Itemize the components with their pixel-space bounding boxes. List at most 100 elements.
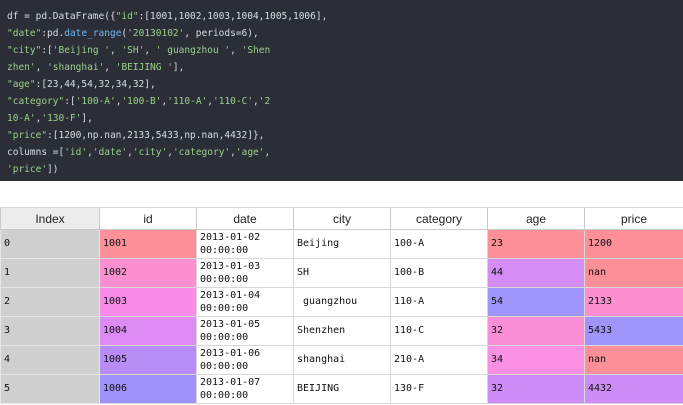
code-token: '100-A' xyxy=(75,96,116,107)
cell-age[interactable]: 32 xyxy=(487,316,585,346)
code-token: 'price' xyxy=(7,164,48,175)
cell-id[interactable]: 1004 xyxy=(99,316,197,346)
code-token: '100-B' xyxy=(121,96,162,107)
column-header-index[interactable]: Index xyxy=(0,207,100,230)
cell-city[interactable]: Beijing xyxy=(293,229,391,259)
code-token: , xyxy=(230,45,242,56)
table-row[interactable]: 4 1005 2013-01-06 00:00:00 shanghai 210-A 34 n… xyxy=(0,345,683,375)
cell-date[interactable]: 2013-01-03 00:00:00 xyxy=(196,258,294,288)
table-row[interactable]: 1 1002 2013-01-03 00:00:00 SH 100-B 44 nan xyxy=(0,258,683,288)
code-token: '2 xyxy=(258,96,271,107)
cell-age[interactable]: 54 xyxy=(487,287,585,317)
cell-index[interactable]: 2 xyxy=(0,287,100,317)
code-token: "age" xyxy=(7,79,36,90)
cell-price[interactable]: 4432 xyxy=(584,374,683,404)
column-header-category[interactable]: category xyxy=(390,207,488,230)
header-row: Index id date city category age price xyxy=(0,207,683,230)
cell-date[interactable]: 2013-01-06 00:00:00 xyxy=(196,345,294,375)
cell-date[interactable]: 2013-01-05 00:00:00 xyxy=(196,316,294,346)
code-token: ' guangzhou ' xyxy=(155,45,231,56)
code-token: "city" xyxy=(7,45,42,56)
code-token: "id" xyxy=(115,11,139,22)
code-token: , xyxy=(144,45,156,56)
code-token: , xyxy=(109,45,122,56)
dataframe-table: Index id date city category age price 01… xyxy=(0,207,683,404)
code-token: , xyxy=(35,62,48,73)
code-token: :[23,44,54,32,34,32], xyxy=(35,79,156,90)
code-token: :[1001,1002,1003,1004,1005,1006], xyxy=(138,11,328,22)
code-token: ]) xyxy=(47,164,59,175)
cell-price[interactable]: 5433 xyxy=(584,316,683,346)
cell-id[interactable]: 1002 xyxy=(99,258,197,288)
cell-category[interactable]: 210-A xyxy=(390,345,488,375)
code-token: 'id' xyxy=(64,147,88,158)
code-line: "category":['100-A','100-B','110-A','110… xyxy=(7,93,683,110)
code-token: 'city' xyxy=(132,147,168,158)
cell-category[interactable]: 130-F xyxy=(390,374,488,404)
code-token: :[ xyxy=(64,96,76,107)
code-line: zhen', 'shanghai', 'BEIJING '], xyxy=(7,59,683,76)
table-row[interactable]: 2 1003 2013-01-04 00:00:00 guangzhou 110-A 5… xyxy=(0,287,683,317)
code-token: , periods=6), xyxy=(184,28,259,39)
code-line: 'price']) xyxy=(7,161,683,178)
code-token: "price" xyxy=(7,130,48,141)
code-token: '110-A' xyxy=(167,96,208,107)
cell-date[interactable]: 2013-01-04 00:00:00 xyxy=(196,287,294,317)
cell-category[interactable]: 100-A xyxy=(390,229,488,259)
code-token: 'date' xyxy=(92,147,128,158)
cell-date[interactable]: 2013-01-02 00:00:00 xyxy=(196,229,294,259)
cell-category[interactable]: 110-C xyxy=(390,316,488,346)
column-header-age[interactable]: age xyxy=(487,207,585,230)
code-token: "category" xyxy=(7,96,65,107)
cell-category[interactable]: 110-A xyxy=(390,287,488,317)
cell-id[interactable]: 1006 xyxy=(99,374,197,404)
cell-price[interactable]: nan xyxy=(584,258,683,288)
column-header-id[interactable]: id xyxy=(99,207,197,230)
code-line: "date":pd.date_range('20130102', periods… xyxy=(7,25,683,42)
cell-city[interactable]: SH xyxy=(293,258,391,288)
code-line: "age":[23,44,54,32,34,32], xyxy=(7,76,683,93)
cell-age[interactable]: 23 xyxy=(487,229,585,259)
cell-category[interactable]: 100-B xyxy=(390,258,488,288)
code-token: 10-A' xyxy=(7,113,36,124)
cell-id[interactable]: 1003 xyxy=(99,287,197,317)
code-token: :[1200,np.nan,2133,5433,np.nan,4432]}, xyxy=(47,130,265,141)
cell-id[interactable]: 1001 xyxy=(99,229,197,259)
dataframe-viewer: Index id date city category age price 01… xyxy=(0,207,683,405)
cell-age[interactable]: 44 xyxy=(487,258,585,288)
cell-city[interactable]: shanghai xyxy=(293,345,391,375)
cell-age[interactable]: 34 xyxy=(487,345,585,375)
code-line: "city":['Beijing ', 'SH', ' guangzhou ',… xyxy=(7,42,683,59)
cell-price[interactable]: 1200 xyxy=(584,229,683,259)
code-token: 'Shen xyxy=(241,45,271,56)
code-token: ], xyxy=(81,113,93,124)
cell-city[interactable]: BEIJING xyxy=(293,374,391,404)
cell-date[interactable]: 2013-01-07 00:00:00 xyxy=(196,374,294,404)
code-token: ], xyxy=(172,62,185,73)
code-line: columns =['id','date','city','category',… xyxy=(7,144,683,161)
cell-index[interactable]: 4 xyxy=(0,345,100,375)
code-token: 'BEIJING ' xyxy=(115,62,173,73)
code-token: , xyxy=(264,147,271,158)
cell-index[interactable]: 0 xyxy=(0,229,100,259)
code-token: zhen' xyxy=(7,62,36,73)
column-header-price[interactable]: price xyxy=(584,207,683,230)
cell-age[interactable]: 32 xyxy=(487,374,585,404)
column-header-city[interactable]: city xyxy=(293,207,391,230)
table-row[interactable]: 5 1006 2013-01-07 00:00:00 BEIJING 130-F 32 44… xyxy=(0,374,683,404)
cell-index[interactable]: 3 xyxy=(0,316,100,346)
cell-price[interactable]: 2133 xyxy=(584,287,683,317)
cell-price[interactable]: nan xyxy=(584,345,683,375)
code-token: 'age' xyxy=(235,147,265,158)
code-token: , xyxy=(104,62,116,73)
cell-index[interactable]: 1 xyxy=(0,258,100,288)
cell-city[interactable]: guangzhou xyxy=(293,287,391,317)
code-token: '110-C' xyxy=(213,96,254,107)
column-header-date[interactable]: date xyxy=(196,207,294,230)
cell-index[interactable]: 5 xyxy=(0,374,100,404)
code-token: 'SH' xyxy=(121,45,145,56)
cell-city[interactable]: Shenzhen xyxy=(293,316,391,346)
table-row[interactable]: 0 1001 2013-01-02 00:00:00 Beijing 100-A 23 12… xyxy=(0,229,683,259)
table-row[interactable]: 3 1004 2013-01-05 00:00:00 Shenzhen 110-C 32 5… xyxy=(0,316,683,346)
cell-id[interactable]: 1005 xyxy=(99,345,197,375)
